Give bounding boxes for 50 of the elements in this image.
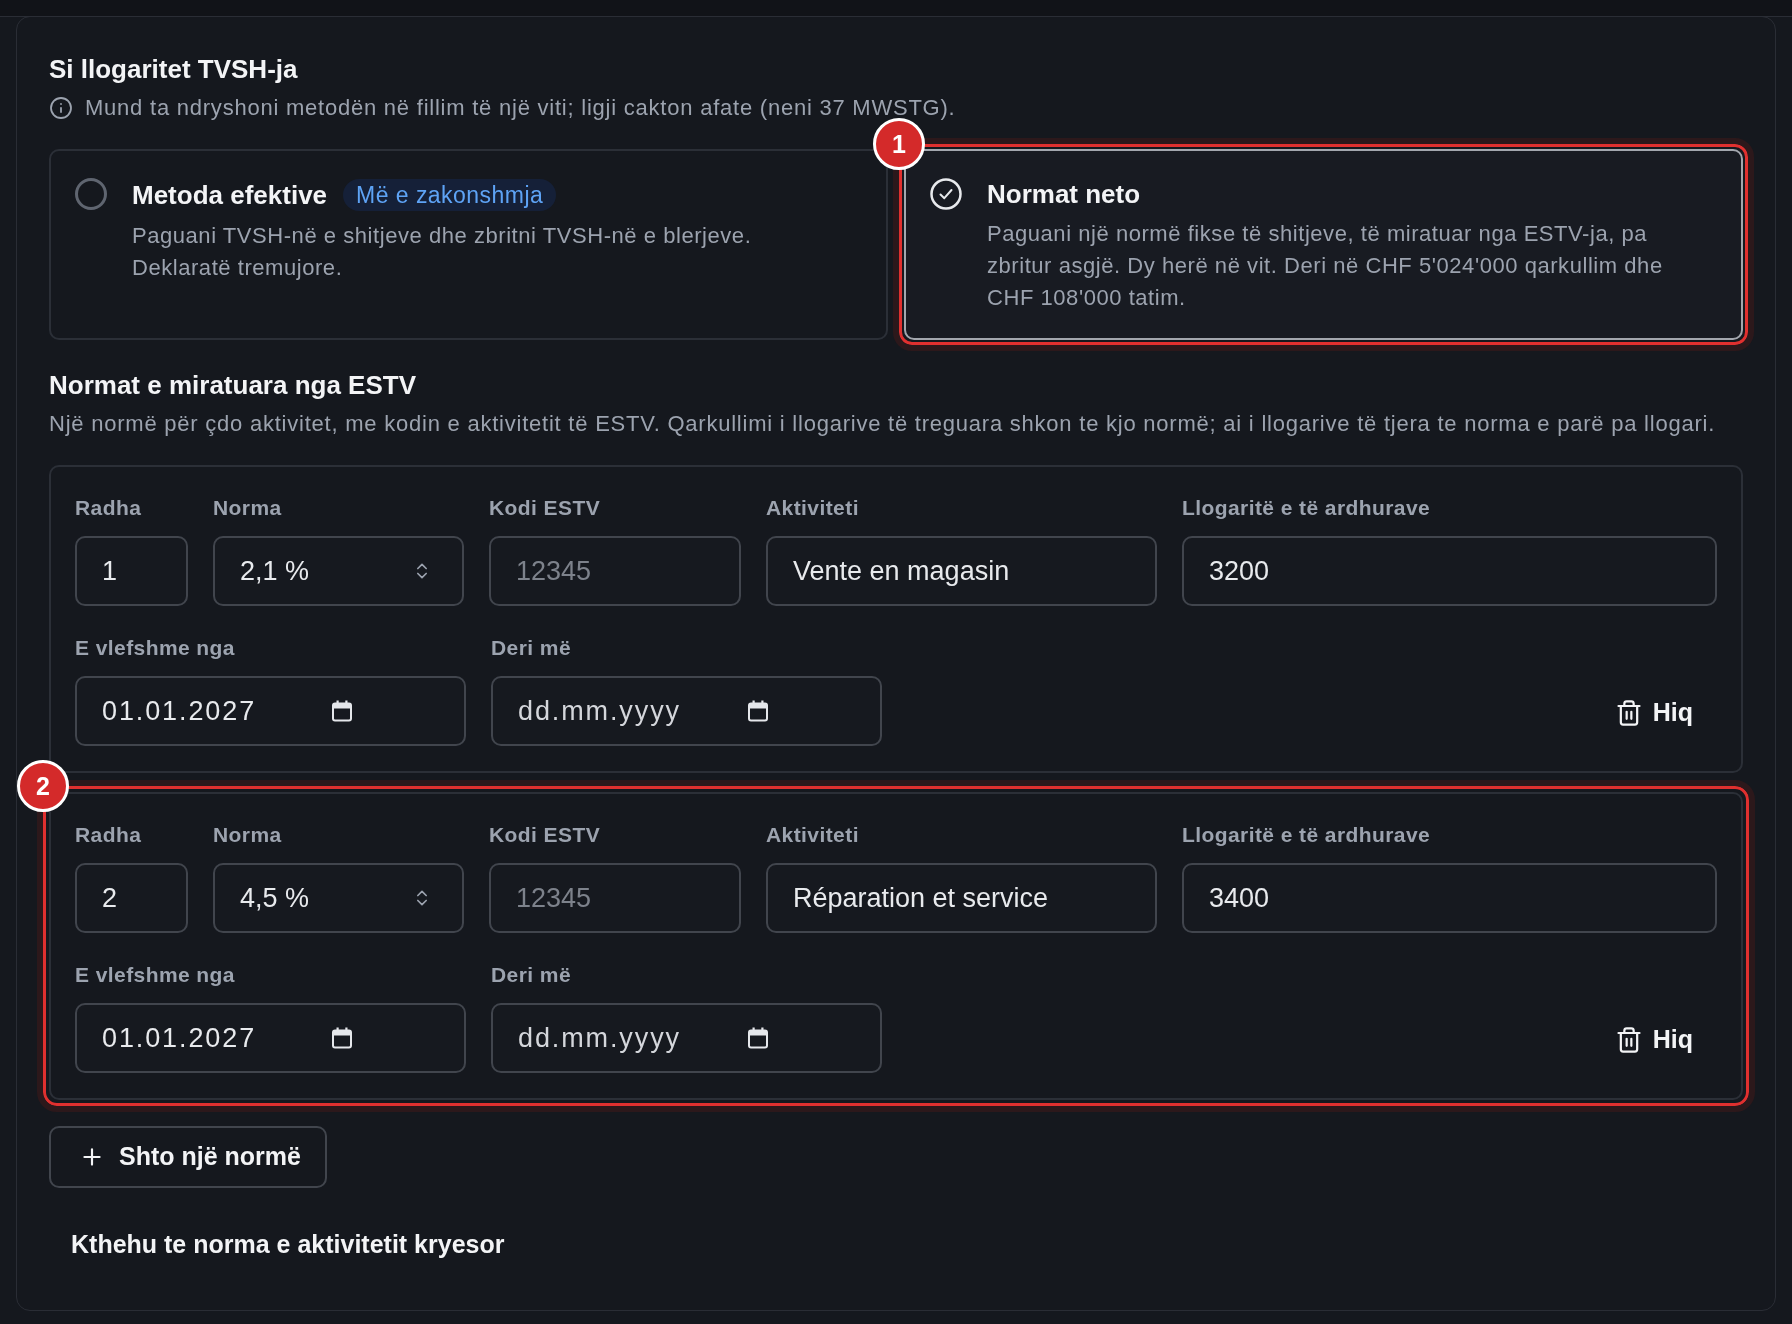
field-label: Kodi ESTV: [489, 823, 602, 847]
field-label: Llogaritë e të ardhurave: [1182, 823, 1432, 847]
input-field[interactable]: 3200: [1182, 536, 1717, 606]
info-icon: [49, 96, 73, 120]
section-title: Si llogaritet TVSH-ja: [49, 54, 299, 84]
field-label: Norma: [213, 496, 283, 520]
add-button[interactable]: Shto një normë: [49, 1126, 327, 1188]
remove-button[interactable]: Hiq: [1604, 686, 1703, 740]
input-field[interactable]: 1: [75, 536, 188, 606]
select-field[interactable]: 4,5 %: [213, 863, 464, 933]
date-field[interactable]: 01.01.2027: [75, 1003, 466, 1073]
input-field[interactable]: 12345: [489, 536, 741, 606]
remove-button[interactable]: Hiq: [1604, 1013, 1703, 1067]
calendar-icon[interactable]: [747, 700, 769, 722]
field-label: Aktiviteti: [766, 496, 860, 520]
section-title: Normat e miratuara nga ESTV: [49, 370, 417, 400]
check-circle-icon[interactable]: [930, 178, 962, 210]
field-label: E vlefshme nga: [75, 636, 236, 660]
calendar-icon[interactable]: [747, 1027, 769, 1049]
field-label: Radha: [75, 496, 143, 520]
radio-icon[interactable]: [75, 178, 107, 210]
field-label: Kodi ESTV: [489, 496, 602, 520]
input-field[interactable]: 3400: [1182, 863, 1717, 933]
field-label: Llogaritë e të ardhurave: [1182, 496, 1432, 520]
field-label: Norma: [213, 823, 283, 847]
date-field[interactable]: dd.mm.yyyy: [491, 676, 882, 746]
number-marker: 2: [17, 760, 69, 812]
field-label: Radha: [75, 823, 143, 847]
date-field[interactable]: 01.01.2027: [75, 676, 466, 746]
tag: Më e zakonshmja: [343, 179, 557, 211]
option-title: Normat neto: [987, 179, 1141, 209]
input-field[interactable]: 12345: [489, 863, 741, 933]
section-description: Një normë për çdo aktivitet, me kodin e aktivitetit të ESTV. Qarkullimi i llogarive të treguara shkon te kjo normë; ai i llogarive të tjera te norma e parë pa llogari.: [49, 410, 1717, 438]
option-description: Paguani TVSH-në e shitjeve dhe zbritni TVSH-në e blerjeve. Deklaratë tremujore.: [132, 222, 753, 282]
input-field[interactable]: 2: [75, 863, 188, 933]
option-description: Paguani një normë fikse të shitjeve, të miratuar nga ESTV-ja, pa zbritur asgjë. Dy herë në vit. Deri në CHF 5'024'000 qarkullim dhe CHF 108'000 tatim.: [987, 220, 1664, 312]
field-label: Deri më: [491, 636, 572, 660]
reset-link[interactable]: Kthehu te norma e aktivitetit kryesor: [71, 1230, 505, 1258]
option-card[interactable]: Metoda efektive Më e zakonshmja Paguani TVSH-në e shitjeve dhe zbritni TVSH-në e blerjeve. Deklaratë tremujore.: [49, 149, 888, 340]
calendar-icon[interactable]: [331, 700, 353, 722]
field-label: E vlefshme nga: [75, 963, 236, 987]
calendar-icon[interactable]: [331, 1027, 353, 1049]
option-title: Metoda efektive: [132, 180, 328, 210]
field-label: Deri më: [491, 963, 572, 987]
date-field[interactable]: dd.mm.yyyy: [491, 1003, 882, 1073]
input-field[interactable]: Vente en magasin: [766, 536, 1157, 606]
input-field[interactable]: Réparation et service: [766, 863, 1157, 933]
number-marker: 1: [873, 118, 925, 170]
select-field[interactable]: 2,1 %: [213, 536, 464, 606]
field-label: Aktiviteti: [766, 823, 860, 847]
